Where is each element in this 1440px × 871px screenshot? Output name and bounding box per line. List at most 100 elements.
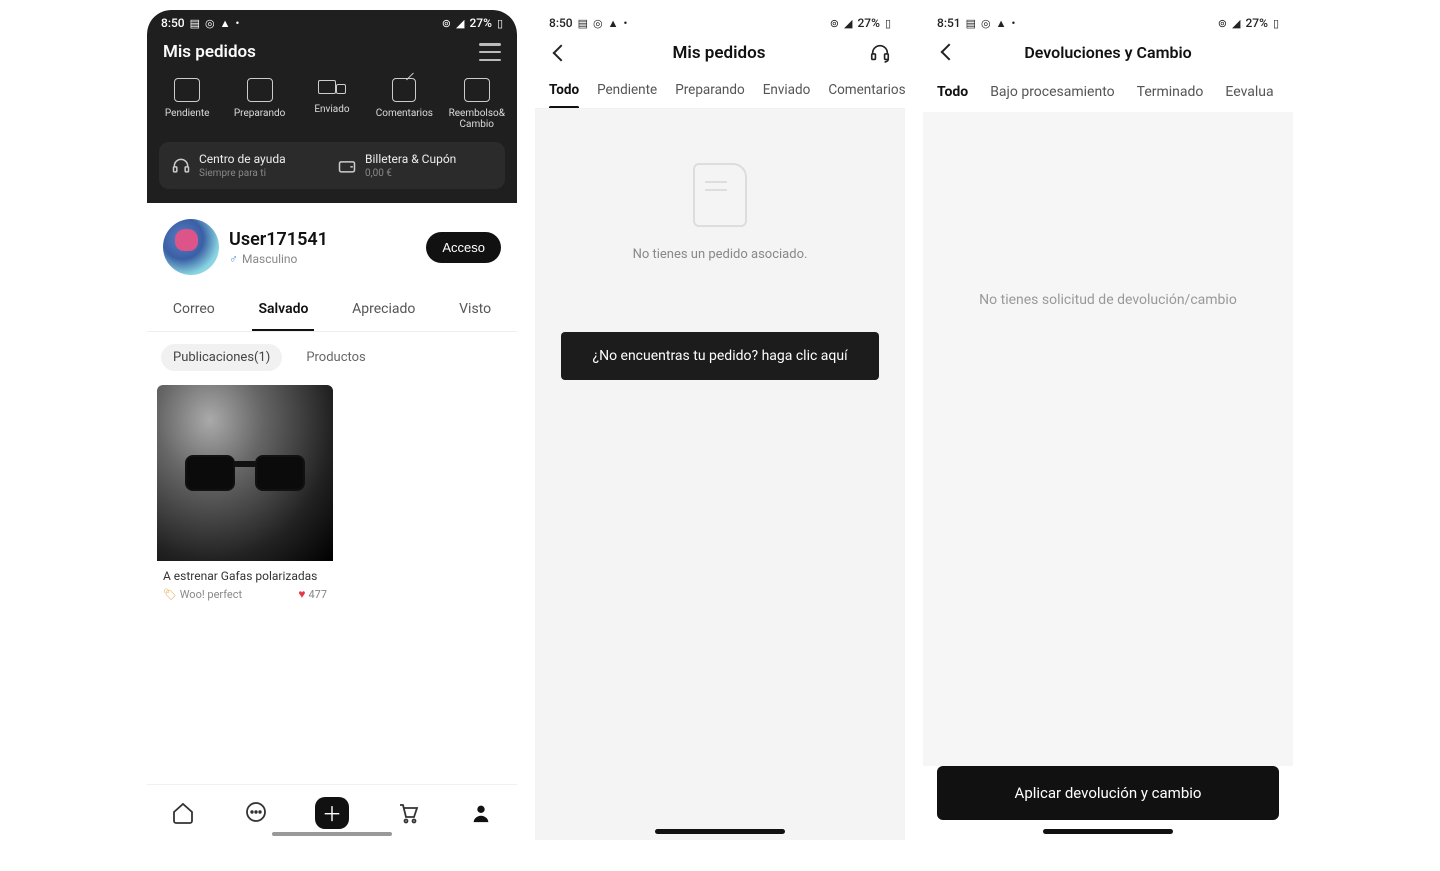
battery-icon: ▯	[885, 17, 891, 30]
status-bar: 8:51 ▤ ◎ ▲ • ⊚ ◢ 27% ▯	[923, 10, 1293, 34]
status-battery: 27%	[469, 16, 491, 30]
saved-post-card[interactable]: A estrenar Gafas polarizadas 🏷 Woo! perf…	[157, 385, 333, 609]
preparing-icon	[247, 78, 273, 102]
help-center-button[interactable]: Centro de ayuda Siempre para ti	[171, 152, 327, 179]
page-title: Mis pedidos	[163, 42, 256, 62]
page-title: Devoluciones y Cambio	[937, 43, 1279, 62]
tab-processing[interactable]: Bajo procesamiento	[990, 78, 1114, 112]
screen-profile: 8:50 ▤ ◎ ▲ • ⊚ ◢ 27% ▯ Mis pedidos	[147, 10, 517, 840]
screen3-header: Devoluciones y Cambio	[923, 34, 1293, 72]
profile-tabs: Correo Salvado Apreciado Visto	[147, 285, 517, 332]
tab-visto[interactable]: Visto	[453, 291, 497, 331]
gender-row: ♂ Masculino	[229, 252, 426, 266]
nav-home-icon[interactable]	[170, 800, 196, 826]
wifi-icon: ⊚	[442, 17, 451, 30]
post-image	[157, 385, 333, 561]
profile-card: User171541 ♂ Masculino Acceso Correo Sal…	[147, 201, 517, 840]
nav-label: Enviado	[314, 104, 349, 115]
dot-icon: •	[1012, 17, 1016, 30]
pending-icon	[174, 78, 200, 102]
tab-correo[interactable]: Correo	[167, 291, 221, 331]
returns-empty-state: No tienes solicitud de devolución/cambio	[923, 112, 1293, 766]
tab-todo[interactable]: Todo	[937, 78, 968, 112]
screen1-dark-header: 8:50 ▤ ◎ ▲ • ⊚ ◢ 27% ▯ Mis pedidos	[147, 10, 517, 203]
nav-preparing[interactable]: Preparando	[228, 78, 292, 130]
cloud-icon: ▲	[220, 17, 231, 30]
nav-add-button[interactable]: ＋	[315, 797, 349, 829]
nav-profile-icon[interactable]	[468, 800, 494, 826]
refund-icon	[464, 78, 490, 102]
help-title: Centro de ayuda	[199, 152, 286, 166]
whatsapp-icon: ◎	[205, 17, 215, 30]
wifi-icon: ⊚	[1218, 17, 1227, 30]
tab-evaluate[interactable]: Eevalua	[1225, 78, 1273, 112]
subfilter-row: Publicaciones(1) Productos	[147, 332, 517, 377]
nav-pending[interactable]: Pendiente	[155, 78, 219, 130]
status-battery: 27%	[1245, 16, 1267, 30]
sunglasses-graphic	[185, 455, 305, 499]
returns-filter-tabs: Todo Bajo procesamiento Terminado Eevalu…	[923, 72, 1293, 112]
tab-enviado[interactable]: Enviado	[763, 78, 811, 108]
pill-productos[interactable]: Productos	[306, 344, 365, 371]
tab-todo[interactable]: Todo	[549, 78, 579, 108]
nav-chat-icon[interactable]	[243, 800, 269, 826]
wallet-subtitle: 0,00 €	[365, 168, 456, 179]
whatsapp-icon: ◎	[981, 17, 991, 30]
orders-empty-state: No tienes un pedido asociado. ¿No encuen…	[535, 109, 905, 840]
tab-salvado[interactable]: Salvado	[252, 291, 314, 331]
nav-shipped[interactable]: Enviado	[300, 78, 364, 130]
tab-comentarios[interactable]: Comentarios	[828, 78, 905, 108]
support-icon[interactable]	[869, 42, 891, 64]
likes-count: 477	[308, 588, 327, 601]
dot-icon: •	[624, 17, 628, 30]
empty-text: No tienes solicitud de devolución/cambio	[979, 292, 1237, 308]
document-icon	[693, 163, 747, 227]
gallery-icon: ▤	[966, 17, 976, 30]
find-order-button[interactable]: ¿No encuentras tu pedido? haga clic aquí	[561, 332, 879, 380]
status-time: 8:50	[161, 16, 185, 30]
help-subtitle: Siempre para ti	[199, 168, 286, 179]
wallet-button[interactable]: Billetera & Cupón 0,00 €	[337, 152, 493, 179]
edit-icon	[392, 78, 416, 102]
back-icon[interactable]	[937, 42, 957, 62]
heart-icon: ♥	[298, 587, 305, 601]
home-indicator	[272, 832, 392, 836]
help-wallet-row: Centro de ayuda Siempre para ti Billeter…	[159, 142, 505, 189]
post-title: A estrenar Gafas polarizadas	[157, 561, 333, 587]
status-battery: 27%	[857, 16, 879, 30]
order-status-nav: Pendiente Preparando Enviado Comentarios…	[147, 72, 517, 142]
signal-icon: ◢	[844, 17, 852, 30]
gender-label: Masculino	[242, 252, 297, 266]
dot-icon: •	[236, 17, 240, 30]
tab-terminated[interactable]: Terminado	[1137, 78, 1204, 112]
wallet-title: Billetera & Cupón	[365, 152, 456, 166]
post-badge-label: Woo! perfect	[180, 588, 242, 601]
tab-apreciado[interactable]: Apreciado	[346, 291, 421, 331]
post-badge: 🏷 Woo! perfect	[163, 588, 242, 601]
nav-label: Comentarios	[376, 108, 433, 119]
menu-icon[interactable]	[479, 43, 501, 61]
wallet-icon	[337, 156, 357, 176]
home-indicator	[655, 829, 785, 834]
nav-cart-icon[interactable]	[395, 800, 421, 826]
whatsapp-icon: ◎	[593, 17, 603, 30]
tab-preparando[interactable]: Preparando	[675, 78, 744, 108]
avatar[interactable]	[163, 219, 219, 275]
username: User171541	[229, 229, 426, 250]
nav-refund[interactable]: Reembolso& Cambio	[445, 78, 509, 130]
cloud-icon: ▲	[996, 17, 1007, 30]
order-filter-tabs: Todo Pendiente Preparando Enviado Coment…	[535, 74, 905, 109]
pill-publicaciones[interactable]: Publicaciones(1)	[161, 344, 282, 371]
male-icon: ♂	[229, 252, 238, 266]
wifi-icon: ⊚	[830, 17, 839, 30]
nav-comments[interactable]: Comentarios	[372, 78, 436, 130]
nav-label: Preparando	[234, 108, 285, 119]
nav-label: Pendiente	[165, 108, 210, 119]
apply-return-button[interactable]: Aplicar devolución y cambio	[937, 766, 1279, 820]
tab-pendiente[interactable]: Pendiente	[597, 78, 657, 108]
back-icon[interactable]	[549, 43, 569, 63]
post-likes: ♥ 477	[298, 587, 327, 601]
signal-icon: ◢	[456, 17, 464, 30]
access-button[interactable]: Acceso	[426, 232, 501, 263]
screen-returns: 8:51 ▤ ◎ ▲ • ⊚ ◢ 27% ▯ Devoluciones y Ca…	[923, 10, 1293, 840]
